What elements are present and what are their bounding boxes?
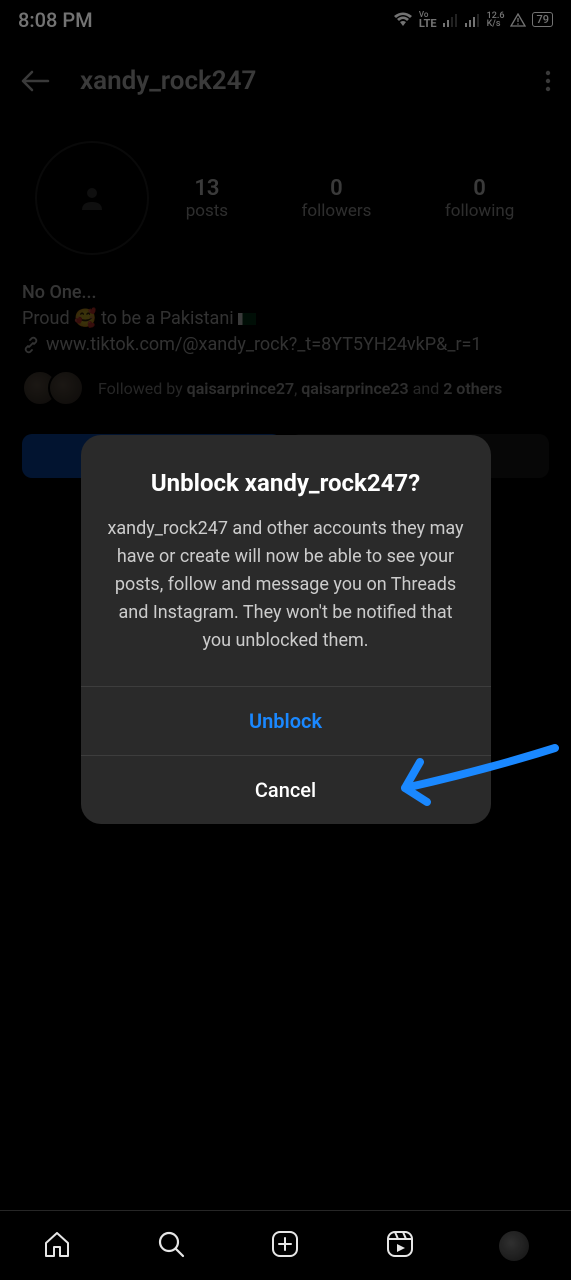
nav-reels[interactable]	[385, 1229, 415, 1263]
plus-square-icon	[270, 1229, 300, 1259]
nav-profile[interactable]	[499, 1231, 529, 1261]
nav-search[interactable]	[156, 1229, 186, 1263]
profile-avatar-icon	[499, 1231, 529, 1261]
nav-home[interactable]	[42, 1229, 72, 1263]
unblock-button[interactable]: Unblock	[81, 686, 491, 755]
dialog-body: Unblock xandy_rock247? xandy_rock247 and…	[81, 435, 491, 686]
dialog-title: Unblock xandy_rock247?	[107, 469, 465, 497]
modal-overlay: Unblock xandy_rock247? xandy_rock247 and…	[0, 0, 571, 1280]
cancel-button[interactable]: Cancel	[81, 755, 491, 824]
bottom-nav	[0, 1210, 571, 1280]
search-icon	[156, 1229, 186, 1259]
nav-create[interactable]	[270, 1229, 300, 1263]
home-icon	[42, 1229, 72, 1259]
dialog-text: xandy_rock247 and other accounts they ma…	[107, 515, 465, 654]
reels-icon	[385, 1229, 415, 1259]
unblock-dialog: Unblock xandy_rock247? xandy_rock247 and…	[81, 435, 491, 824]
